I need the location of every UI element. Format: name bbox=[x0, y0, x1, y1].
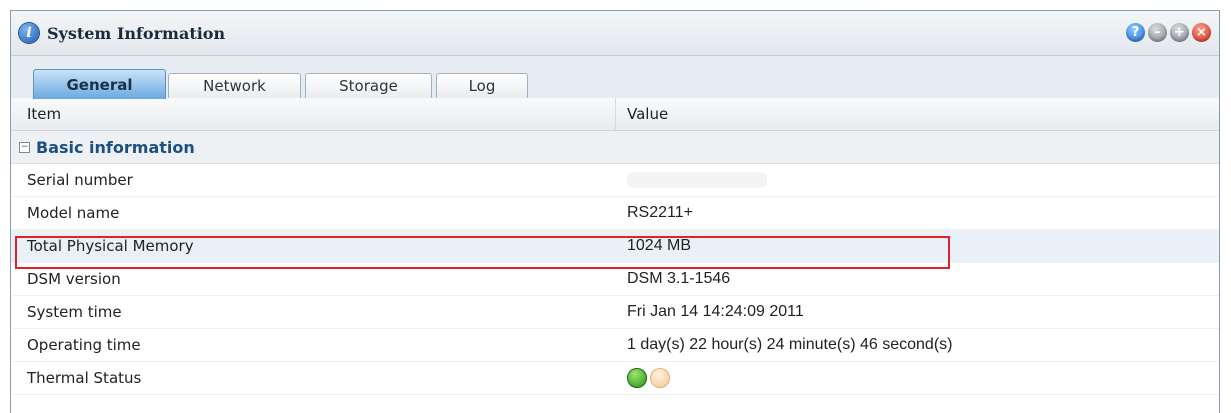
system-information-window: i System Information ? – + × General Net… bbox=[10, 10, 1220, 413]
thermal-warning-icon bbox=[650, 368, 670, 388]
info-grid: Item Value − Basic information Serial nu… bbox=[11, 98, 1219, 413]
title-bar[interactable]: i System Information ? – + × bbox=[11, 11, 1219, 56]
tab-bar: General Network Storage Log bbox=[11, 56, 1219, 99]
table-row[interactable]: Operating time 1 day(s) 22 hour(s) 24 mi… bbox=[11, 329, 1219, 362]
row-item: Serial number bbox=[27, 171, 133, 189]
row-item: Model name bbox=[27, 204, 120, 222]
row-item: DSM version bbox=[27, 270, 121, 288]
info-icon: i bbox=[19, 23, 39, 43]
window-controls: ? – + × bbox=[1126, 23, 1211, 42]
row-value: 1024 MB bbox=[627, 237, 692, 254]
table-row[interactable]: Model name RS2211+ bbox=[11, 197, 1219, 230]
column-header-value[interactable]: Value bbox=[616, 98, 668, 130]
redacted-serial bbox=[627, 172, 767, 188]
close-icon[interactable]: × bbox=[1192, 23, 1211, 42]
table-row[interactable]: Total Physical Memory 1024 MB bbox=[11, 230, 1219, 263]
tab-log[interactable]: Log bbox=[436, 73, 528, 98]
help-icon[interactable]: ? bbox=[1126, 23, 1145, 42]
section-basic-information[interactable]: − Basic information bbox=[11, 131, 1219, 164]
tab-network[interactable]: Network bbox=[168, 73, 301, 98]
table-row[interactable]: System time Fri Jan 14 14:24:09 2011 bbox=[11, 296, 1219, 329]
column-header-item[interactable]: Item bbox=[11, 98, 616, 130]
row-value: Fri Jan 14 14:24:09 2011 bbox=[627, 303, 804, 320]
thermal-normal-icon bbox=[627, 368, 647, 388]
tab-general[interactable]: General bbox=[33, 69, 166, 99]
row-item: Thermal Status bbox=[27, 369, 142, 387]
table-row[interactable]: Thermal Status bbox=[11, 362, 1219, 395]
row-value bbox=[616, 368, 673, 388]
row-value: RS2211+ bbox=[627, 204, 693, 221]
table-row[interactable]: Serial number bbox=[11, 164, 1219, 197]
maximize-icon[interactable]: + bbox=[1170, 23, 1189, 42]
collapse-icon[interactable]: − bbox=[19, 141, 30, 153]
grid-header: Item Value bbox=[11, 98, 1219, 131]
row-item: Operating time bbox=[27, 336, 141, 354]
table-row[interactable]: DSM version DSM 3.1-1546 bbox=[11, 263, 1219, 296]
row-value bbox=[616, 172, 767, 188]
row-value: 1 day(s) 22 hour(s) 24 minute(s) 46 seco… bbox=[627, 336, 953, 353]
tab-storage[interactable]: Storage bbox=[305, 73, 432, 98]
row-item: System time bbox=[27, 303, 122, 321]
row-item: Total Physical Memory bbox=[27, 237, 194, 255]
section-title: Basic information bbox=[36, 137, 195, 157]
window-title: System Information bbox=[47, 23, 226, 43]
row-value: DSM 3.1-1546 bbox=[627, 270, 731, 287]
minimize-icon[interactable]: – bbox=[1148, 23, 1167, 42]
